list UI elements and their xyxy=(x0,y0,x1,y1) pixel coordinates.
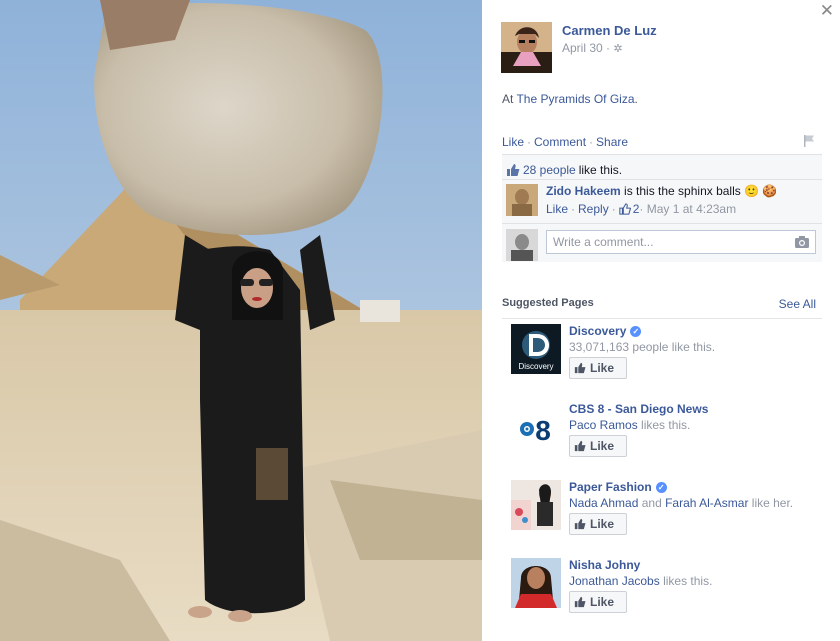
author-name[interactable]: Carmen De Luz xyxy=(562,23,657,38)
friend-link[interactable]: Farah Al-Asmar xyxy=(665,496,748,510)
post-date-text[interactable]: April 30 · xyxy=(562,41,610,55)
meta-separator: · xyxy=(571,202,576,216)
like-page-button[interactable]: Like xyxy=(569,435,627,457)
feedback-box: 28 people like this. Zido Hakeem is this… xyxy=(502,154,822,262)
verified-badge-icon: ✓ xyxy=(655,481,667,493)
page-name[interactable]: CBS 8 - San Diego News xyxy=(569,402,708,416)
comment-body: Zido Hakeem is this the sphinx balls 🙂 🍪 xyxy=(546,184,777,198)
suggested-page-item: Discovery Discovery ✓ 33,071,163 people … xyxy=(511,324,821,388)
comment-text: is this the sphinx balls 🙂 🍪 xyxy=(620,184,778,198)
friend-link[interactable]: Nada Ahmad xyxy=(569,496,638,510)
flag-icon[interactable] xyxy=(802,134,816,148)
thumbs-up-icon xyxy=(619,203,631,215)
like-button-label: Like xyxy=(590,439,615,453)
comment-item: Zido Hakeem is this the sphinx balls 🙂 🍪… xyxy=(502,180,822,224)
page-friends-text: Nada Ahmad and Farah Al-Asmar like her. xyxy=(569,496,793,510)
viewer-avatar xyxy=(506,229,538,261)
suggested-page-item: Paper Fashion ✓ Nada Ahmad and Farah Al-… xyxy=(511,480,821,544)
comment-link[interactable]: Comment xyxy=(534,135,586,149)
friend-link[interactable]: Paco Ramos xyxy=(569,418,638,432)
page-name-text[interactable]: Nisha Johny xyxy=(569,558,640,572)
likes-summary: 28 people like this. xyxy=(502,155,822,180)
comment-reply-link[interactable]: Reply xyxy=(578,202,609,216)
page-friends-joiner: and xyxy=(638,496,666,510)
location-link[interactable]: The Pyramids Of Giza xyxy=(516,92,634,106)
page-thumbnail[interactable] xyxy=(511,558,561,608)
camera-icon[interactable] xyxy=(794,235,810,249)
discovery-logo-text: Discovery xyxy=(518,362,553,371)
like-button-label: Like xyxy=(590,595,615,609)
suggested-pages-header: Suggested Pages See All xyxy=(502,297,822,319)
like-link[interactable]: Like xyxy=(502,135,524,149)
gear-icon[interactable]: ✲ xyxy=(613,43,622,55)
thumbs-up-icon xyxy=(574,362,586,374)
post-date: April 30 · ✲ xyxy=(562,41,623,55)
page-friends-suffix: like her. xyxy=(748,496,794,510)
see-all-link[interactable]: See All xyxy=(779,297,816,311)
page-name[interactable]: Paper Fashion ✓ xyxy=(569,480,667,494)
post-actions: Like · Comment · Share xyxy=(502,135,628,149)
comment-input[interactable] xyxy=(546,230,816,254)
close-icon[interactable]: ✕ xyxy=(820,2,834,20)
page-name-text[interactable]: Discovery xyxy=(569,324,626,338)
location-suffix: . xyxy=(634,92,638,106)
like-page-button[interactable]: Like xyxy=(569,591,627,613)
author-avatar[interactable] xyxy=(501,22,552,73)
page-name[interactable]: Discovery ✓ xyxy=(569,324,642,338)
page-friends-suffix: likes this. xyxy=(659,574,713,588)
like-page-button[interactable]: Like xyxy=(569,357,627,379)
suggested-page-item: Nisha Johny Jonathan Jacobs likes this. … xyxy=(511,558,821,622)
page-friends-text: Paco Ramos likes this. xyxy=(569,418,690,432)
comment-composer xyxy=(502,224,822,262)
thumbs-up-icon xyxy=(574,596,586,608)
action-separator: · xyxy=(527,135,532,149)
suggested-page-item: 8 CBS 8 - San Diego News Paco Ramos like… xyxy=(511,402,821,466)
action-separator: · xyxy=(589,135,594,149)
comment-meta: Like · Reply · 2 · May 1 at 4:23am xyxy=(546,202,736,216)
thumbs-up-icon xyxy=(574,440,586,452)
page-friends-text: Jonathan Jacobs likes this. xyxy=(569,574,712,588)
share-link[interactable]: Share xyxy=(596,135,628,149)
photo-image xyxy=(0,0,482,641)
page-thumbnail[interactable]: Discovery xyxy=(511,324,561,374)
page-likes-text: 33,071,163 people like this. xyxy=(569,340,716,354)
thumbs-up-icon xyxy=(507,163,520,176)
commenter-name[interactable]: Zido Hakeem xyxy=(546,184,621,198)
cbs8-logo-digit: 8 xyxy=(535,415,551,446)
page-friends-suffix: likes this. xyxy=(637,418,691,432)
meta-separator: · xyxy=(611,202,616,216)
like-button-label: Like xyxy=(590,361,615,375)
like-button-label: Like xyxy=(590,517,615,531)
post-location: At The Pyramids Of Giza. xyxy=(502,92,638,106)
page-thumbnail[interactable]: 8 xyxy=(511,402,561,452)
post-sidebar: ✕ Carmen De Luz April 30 · ✲ At The Pyra… xyxy=(482,0,840,641)
comment-time[interactable]: · May 1 at 4:23am xyxy=(639,202,736,216)
thumbs-up-icon xyxy=(574,518,586,530)
like-page-button[interactable]: Like xyxy=(569,513,627,535)
verified-badge-icon: ✓ xyxy=(630,325,642,337)
likes-count-link[interactable]: 28 people xyxy=(523,163,576,177)
page-name-text[interactable]: CBS 8 - San Diego News xyxy=(569,402,708,416)
suggested-pages-title: Suggested Pages xyxy=(502,297,594,309)
comment-like-count[interactable]: 2 xyxy=(633,202,640,216)
post-photo[interactable] xyxy=(0,0,482,641)
page-name[interactable]: Nisha Johny xyxy=(569,558,640,572)
likes-suffix: like this. xyxy=(578,162,623,177)
location-prefix: At xyxy=(502,92,517,106)
commenter-avatar[interactable] xyxy=(506,184,538,216)
page-thumbnail[interactable] xyxy=(511,480,561,530)
comment-like-link[interactable]: Like xyxy=(546,202,568,216)
friend-link[interactable]: Jonathan Jacobs xyxy=(569,574,660,588)
page-name-text[interactable]: Paper Fashion xyxy=(569,480,652,494)
